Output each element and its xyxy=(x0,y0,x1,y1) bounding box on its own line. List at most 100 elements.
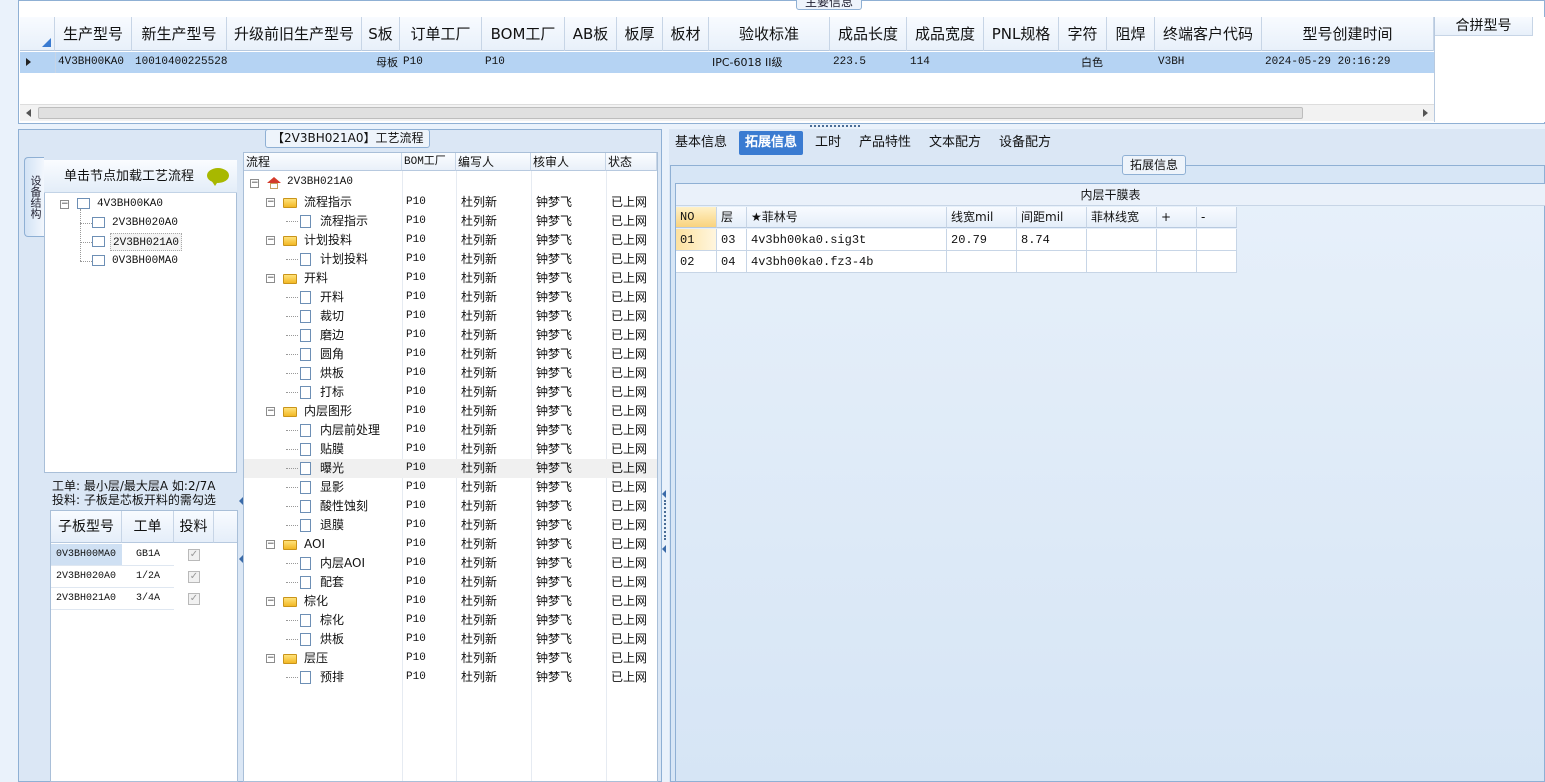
sub-cell-model[interactable]: 2V3BH020A0 xyxy=(51,566,122,588)
cell-customer[interactable]: V3BH xyxy=(1155,52,1262,73)
flow-row[interactable]: 流程指示 P10 杜列新 钟梦飞 已上网 xyxy=(244,212,657,231)
tab-hours[interactable]: 工时 xyxy=(809,131,847,155)
remove-button[interactable]: - xyxy=(1197,207,1237,228)
cell-remove[interactable] xyxy=(1197,229,1237,251)
sub-col-model[interactable]: 子板型号 xyxy=(51,511,122,543)
collapse-icon[interactable]: − xyxy=(266,236,275,245)
cell-linewidth[interactable] xyxy=(947,251,1017,273)
cell-no[interactable]: 01 xyxy=(676,229,717,251)
splitter-grip-vertical[interactable] xyxy=(664,500,667,540)
collapse-icon[interactable]: − xyxy=(266,274,275,283)
flow-row[interactable]: − 流程指示 P10 杜列新 钟梦飞 已上网 xyxy=(244,193,657,212)
tab-equipment-recipe[interactable]: 设备配方 xyxy=(993,131,1057,155)
cell-standard[interactable]: IPC-6018 II级 xyxy=(709,52,830,73)
cell-spacing[interactable] xyxy=(1017,251,1087,273)
feed-checkbox[interactable]: ✓ xyxy=(188,549,200,561)
cell-new-model[interactable]: 10010400225528 xyxy=(132,52,227,73)
table-row[interactable]: 4V3BH00KA0 10010400225528 母板 P10 P10 IPC… xyxy=(20,52,1434,73)
col-length[interactable]: 成品长度 xyxy=(830,17,907,51)
flow-col-writer[interactable]: 编写人 xyxy=(456,153,531,171)
tree-node[interactable]: 4V3BH00KA0 xyxy=(97,195,163,213)
col-customer[interactable]: 终端客户代码 xyxy=(1155,17,1262,51)
feed-checkbox[interactable]: ✓ xyxy=(188,571,200,583)
col-prod-model[interactable]: 生产型号 xyxy=(55,17,132,51)
flow-row[interactable]: 配套 P10 杜列新 钟梦飞 已上网 xyxy=(244,573,657,592)
flow-row[interactable]: 显影 P10 杜列新 钟梦飞 已上网 xyxy=(244,478,657,497)
flow-row[interactable]: − 计划投料 P10 杜列新 钟梦飞 已上网 xyxy=(244,231,657,250)
flow-row[interactable]: 贴膜 P10 杜列新 钟梦飞 已上网 xyxy=(244,440,657,459)
flow-row[interactable]: 内层前处理 P10 杜列新 钟梦飞 已上网 xyxy=(244,421,657,440)
cell-length[interactable]: 223.5 xyxy=(830,52,907,73)
col-thickness[interactable]: 板厚 xyxy=(617,17,663,51)
flow-col-status[interactable]: 状态 xyxy=(606,153,657,171)
cell-width[interactable]: 114 xyxy=(907,52,984,73)
scroll-right-arrow-icon[interactable] xyxy=(1423,109,1428,117)
flow-row[interactable]: 烘板 P10 杜列新 钟梦飞 已上网 xyxy=(244,630,657,649)
col-film[interactable]: ★菲林号 xyxy=(747,207,947,228)
col-film-width[interactable]: 菲林线宽 xyxy=(1087,207,1157,228)
cell-film[interactable]: 4v3bh00ka0.fz3-4b xyxy=(747,251,947,273)
collapse-icon[interactable]: − xyxy=(250,179,259,188)
flow-row[interactable]: 圆角 P10 杜列新 钟梦飞 已上网 xyxy=(244,345,657,364)
cell-order-factory[interactable]: P10 xyxy=(400,52,482,73)
cell-spacing[interactable]: 8.74 xyxy=(1017,229,1087,251)
flow-row[interactable]: 酸性蚀刻 P10 杜列新 钟梦飞 已上网 xyxy=(244,497,657,516)
collapse-icon[interactable]: − xyxy=(266,540,275,549)
col-ab-board[interactable]: AB板 xyxy=(565,17,617,51)
sub-col-order[interactable]: 工单 xyxy=(122,511,174,543)
cell-prod-model[interactable]: 4V3BH00KA0 xyxy=(55,52,132,73)
col-solder[interactable]: 阻焊 xyxy=(1107,17,1155,51)
main-grid-hscrollbar[interactable] xyxy=(20,104,1434,121)
cell-layer[interactable]: 03 xyxy=(717,229,747,251)
cell-thickness[interactable] xyxy=(617,52,663,73)
cell-remove[interactable] xyxy=(1197,251,1237,273)
cell-pnl[interactable] xyxy=(984,52,1059,73)
sub-cell-model[interactable]: 0V3BH00MA0 xyxy=(51,544,122,566)
flow-row[interactable]: − 棕化 P10 杜列新 钟梦飞 已上网 xyxy=(244,592,657,611)
sub-cell-order[interactable]: 1/2A xyxy=(122,566,174,588)
flow-row[interactable]: 预排 P10 杜列新 钟梦飞 已上网 xyxy=(244,668,657,687)
collapse-left-arrow-icon[interactable] xyxy=(662,545,666,553)
flow-row[interactable]: 内层AOI P10 杜列新 钟梦飞 已上网 xyxy=(244,554,657,573)
flow-row[interactable]: 开料 P10 杜列新 钟梦飞 已上网 xyxy=(244,288,657,307)
collapse-left-arrow-icon[interactable] xyxy=(662,490,666,498)
splitter-grip-horizontal[interactable] xyxy=(810,125,860,128)
sub-col-feed[interactable]: 投料 xyxy=(174,511,214,543)
cell-layer[interactable]: 04 xyxy=(717,251,747,273)
cell-old-model[interactable] xyxy=(227,52,362,73)
cell-ab-board[interactable] xyxy=(565,52,617,73)
flow-row[interactable]: − AOI P10 杜列新 钟梦飞 已上网 xyxy=(244,535,657,554)
flow-row[interactable]: 棕化 P10 杜列新 钟梦飞 已上网 xyxy=(244,611,657,630)
col-layer[interactable]: 层 xyxy=(717,207,747,228)
tree-node[interactable]: 2V3BH020A0 xyxy=(112,214,178,232)
flow-row[interactable]: 退膜 P10 杜列新 钟梦飞 已上网 xyxy=(244,516,657,535)
col-material[interactable]: 板材 xyxy=(663,17,709,51)
add-button[interactable]: + xyxy=(1157,207,1197,228)
flow-col-name[interactable]: 流程 xyxy=(244,153,402,171)
cell-film-width[interactable] xyxy=(1087,251,1157,273)
col-bom-factory[interactable]: BOM工厂 xyxy=(482,17,565,51)
flow-row[interactable]: 计划投料 P10 杜列新 钟梦飞 已上网 xyxy=(244,250,657,269)
tree-node[interactable]: 0V3BH00MA0 xyxy=(112,252,178,270)
cell-s-board[interactable]: 母板 xyxy=(362,52,400,73)
tree-node-selected[interactable]: 2V3BH021A0 xyxy=(110,233,183,251)
cell-created[interactable]: 2024-05-29 20:16:29 xyxy=(1262,52,1434,73)
flow-row[interactable]: 裁切 P10 杜列新 钟梦飞 已上网 xyxy=(244,307,657,326)
col-width[interactable]: 成品宽度 xyxy=(907,17,984,51)
scroll-thumb[interactable] xyxy=(38,107,1303,119)
cell-add[interactable] xyxy=(1157,251,1197,273)
cell-solder[interactable] xyxy=(1107,52,1155,73)
col-pnl[interactable]: PNL规格 xyxy=(984,17,1059,51)
tab-extended[interactable]: 拓展信息 xyxy=(739,131,804,155)
cell-film-width[interactable] xyxy=(1087,229,1157,251)
collapse-icon[interactable]: − xyxy=(266,597,275,606)
flow-row-selected[interactable]: 曝光 P10 杜列新 钟梦飞 已上网 xyxy=(244,459,657,478)
cell-add[interactable] xyxy=(1157,229,1197,251)
col-char[interactable]: 字符 xyxy=(1059,17,1107,51)
cell-film[interactable]: 4v3bh00ka0.sig3t xyxy=(747,229,947,251)
cell-material[interactable] xyxy=(663,52,709,73)
flow-row[interactable]: − 开料 P10 杜列新 钟梦飞 已上网 xyxy=(244,269,657,288)
collapse-icon[interactable]: − xyxy=(60,200,69,209)
sub-cell-order[interactable]: GB1A xyxy=(122,544,174,566)
cell-char[interactable]: 白色 xyxy=(1059,52,1107,73)
